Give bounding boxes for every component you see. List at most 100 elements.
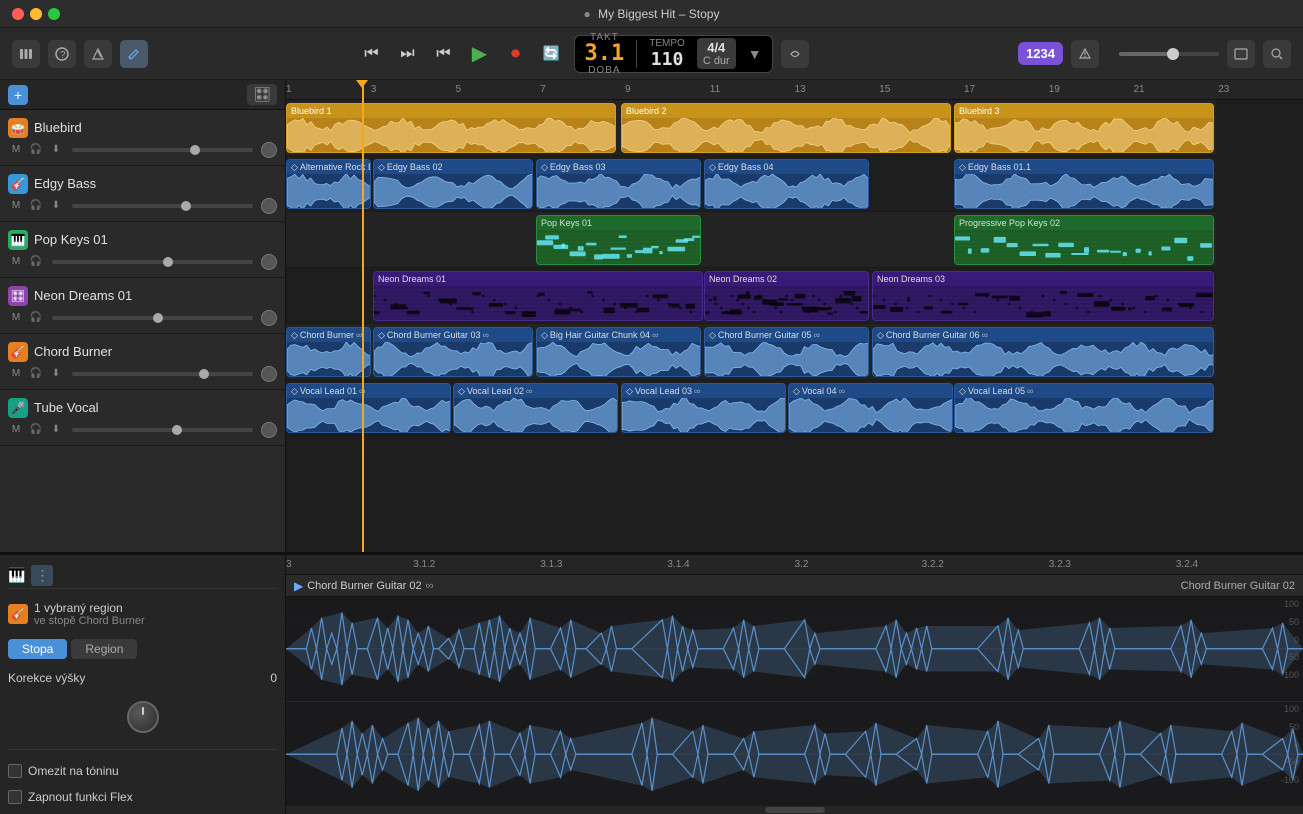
- track-item-0[interactable]: 🥁 Bluebird M 🎧 ⬇: [0, 110, 285, 166]
- track-mute-3[interactable]: M: [8, 310, 24, 326]
- clip-4-4[interactable]: ◇ Chord Burner Guitar 06 ∞: [872, 327, 1214, 377]
- clip-0-2[interactable]: Bluebird 3: [954, 103, 1214, 153]
- tab-region-button[interactable]: Region: [71, 639, 137, 659]
- track-vol-3[interactable]: [261, 310, 277, 326]
- close-button[interactable]: [12, 8, 24, 20]
- help-button[interactable]: ?: [48, 40, 76, 68]
- display-toggle-button[interactable]: [1227, 40, 1255, 68]
- omezit-checkbox[interactable]: [8, 764, 22, 778]
- record-button[interactable]: ⏺: [502, 40, 530, 68]
- tune-button[interactable]: [781, 40, 809, 68]
- track-lane-4[interactable]: ◇ Chord Burner ∞◇ Chord Burner Guitar 03…: [286, 324, 1216, 380]
- clip-1-3[interactable]: ◇ Edgy Bass 04: [704, 159, 869, 209]
- waveform-display[interactable]: 100 50 0 -50 -100: [286, 597, 1303, 806]
- maximize-button[interactable]: [48, 8, 60, 20]
- flex-checkbox[interactable]: [8, 790, 22, 804]
- clip-5-3[interactable]: ◇ Vocal 04 ∞: [788, 383, 953, 433]
- pencil-button[interactable]: [120, 40, 148, 68]
- waveform-scrollbar[interactable]: [286, 806, 1303, 814]
- track-fader-0[interactable]: [72, 148, 253, 152]
- track-fader-4[interactable]: [72, 372, 253, 376]
- track-headphone-4[interactable]: 🎧: [28, 366, 44, 382]
- track-lane-0[interactable]: Bluebird 1Bluebird 2Bluebird 3: [286, 100, 1216, 156]
- track-headphone-5[interactable]: 🎧: [28, 422, 44, 438]
- flex-row[interactable]: Zapnout funkci Flex: [8, 788, 277, 806]
- clip-4-3[interactable]: ◇ Chord Burner Guitar 05 ∞: [704, 327, 869, 377]
- track-item-3[interactable]: 🎛 Neon Dreams 01 M 🎧: [0, 278, 285, 334]
- search-button[interactable]: [1263, 40, 1291, 68]
- clip-3-2[interactable]: Neon Dreams 03: [872, 271, 1214, 321]
- track-mute-2[interactable]: M: [8, 254, 24, 270]
- clip-5-2[interactable]: ◇ Vocal Lead 03 ∞: [621, 383, 786, 433]
- track-item-1[interactable]: 🎸 Edgy Bass M 🎧 ⬇: [0, 166, 285, 222]
- clip-0-0[interactable]: Bluebird 1: [286, 103, 616, 153]
- track-fader-1[interactable]: [72, 204, 253, 208]
- track-headphone-1[interactable]: 🎧: [28, 198, 44, 214]
- clip-1-2[interactable]: ◇ Edgy Bass 03: [536, 159, 701, 209]
- traffic-lights[interactable]: [12, 8, 60, 20]
- clip-4-1[interactable]: ◇ Chord Burner Guitar 03 ∞: [373, 327, 533, 377]
- track-fader-3[interactable]: [52, 316, 253, 320]
- track-dl-5[interactable]: ⬇: [48, 422, 64, 438]
- display-expand-button[interactable]: ▼: [748, 46, 762, 62]
- rewind-button[interactable]: ⏮: [358, 40, 386, 68]
- piano-roll-icon[interactable]: ⋮: [31, 565, 53, 586]
- track-vol-4[interactable]: [261, 366, 277, 382]
- track-vol-5[interactable]: [261, 422, 277, 438]
- track-lane-2[interactable]: Pop Keys 01 Progressive Pop Keys 02: [286, 212, 1216, 268]
- track-lane-5[interactable]: ◇ Vocal Lead 01 ∞◇ Vocal Lead 02 ∞◇ Voca…: [286, 380, 1216, 436]
- clip-1-4[interactable]: ◇ Edgy Bass 01.1: [954, 159, 1214, 209]
- track-mute-5[interactable]: M: [8, 422, 24, 438]
- clip-2-1[interactable]: Progressive Pop Keys 02: [954, 215, 1214, 265]
- track-dl-1[interactable]: ⬇: [48, 198, 64, 214]
- track-vol-0[interactable]: [261, 142, 277, 158]
- track-vol-2[interactable]: [261, 254, 277, 270]
- midi-mode-button[interactable]: 🎛: [247, 84, 277, 105]
- track-lane-3[interactable]: Neon Dreams 01Neon Dreams 02Neon Dreams …: [286, 268, 1216, 324]
- go-start-button[interactable]: ⏮: [430, 40, 458, 68]
- track-dl-0[interactable]: ⬇: [48, 142, 64, 158]
- track-mute-4[interactable]: M: [8, 366, 24, 382]
- tab-stopa-button[interactable]: Stopa: [8, 639, 67, 659]
- track-item-4[interactable]: 🎸 Chord Burner M 🎧 ⬇: [0, 334, 285, 390]
- track-headphone-3[interactable]: 🎧: [28, 310, 44, 326]
- minimize-button[interactable]: [30, 8, 42, 20]
- play-button[interactable]: ▶: [466, 40, 494, 68]
- track-item-2[interactable]: 🎹 Pop Keys 01 M 🎧: [0, 222, 285, 278]
- clip-1-0[interactable]: ◇ Alternative Rock Bass 01: [286, 159, 371, 209]
- clip-4-0[interactable]: ◇ Chord Burner ∞: [286, 327, 371, 377]
- clip-4-2[interactable]: ◇ Big Hair Guitar Chunk 04 ∞: [536, 327, 701, 377]
- user-badge[interactable]: 1234: [1018, 42, 1063, 65]
- add-track-button[interactable]: +: [8, 85, 28, 105]
- clip-1-1[interactable]: ◇ Edgy Bass 02: [373, 159, 533, 209]
- clip-3-1[interactable]: Neon Dreams 02: [704, 271, 869, 321]
- alert-button[interactable]: [1071, 40, 1099, 68]
- fast-forward-button[interactable]: ⏭: [394, 40, 422, 68]
- piano-icon[interactable]: 🎹: [8, 567, 25, 584]
- track-dl-4[interactable]: ⬇: [48, 366, 64, 382]
- clip-5-0[interactable]: ◇ Vocal Lead 01 ∞: [286, 383, 451, 433]
- master-volume-slider[interactable]: [1119, 52, 1219, 56]
- clip-5-4[interactable]: ◇ Vocal Lead 05 ∞: [954, 383, 1214, 433]
- tracks-area[interactable]: 1357911131517192123 Bluebird 1Bluebird 2…: [286, 80, 1303, 552]
- track-headphone-0[interactable]: 🎧: [28, 142, 44, 158]
- cycle-button[interactable]: 🔄: [538, 40, 566, 68]
- clip-0-1[interactable]: Bluebird 2: [621, 103, 951, 153]
- track-mute-0[interactable]: M: [8, 142, 24, 158]
- clip-2-0[interactable]: Pop Keys 01: [536, 215, 701, 265]
- track-headphone-2[interactable]: 🎧: [28, 254, 44, 270]
- track-item-5[interactable]: 🎤 Tube Vocal M 🎧 ⬇: [0, 390, 285, 446]
- track-fader-5[interactable]: [72, 428, 253, 432]
- waveform-scroll-thumb[interactable]: [765, 807, 825, 813]
- track-mute-1[interactable]: M: [8, 198, 24, 214]
- track-lane-1[interactable]: ◇ Alternative Rock Bass 01◇ Edgy Bass 02…: [286, 156, 1216, 212]
- track-fader-2[interactable]: [52, 260, 253, 264]
- track-vol-1[interactable]: [261, 198, 277, 214]
- tracks-scroll[interactable]: Bluebird 1Bluebird 2Bluebird 3◇ Alternat…: [286, 100, 1303, 552]
- clip-5-1[interactable]: ◇ Vocal Lead 02 ∞: [453, 383, 618, 433]
- korekce-knob[interactable]: [127, 701, 159, 733]
- clip-3-0[interactable]: Neon Dreams 01: [373, 271, 703, 321]
- library-button[interactable]: [12, 40, 40, 68]
- omezit-row[interactable]: Omezit na tóninu: [8, 762, 277, 780]
- metronome-button[interactable]: [84, 40, 112, 68]
